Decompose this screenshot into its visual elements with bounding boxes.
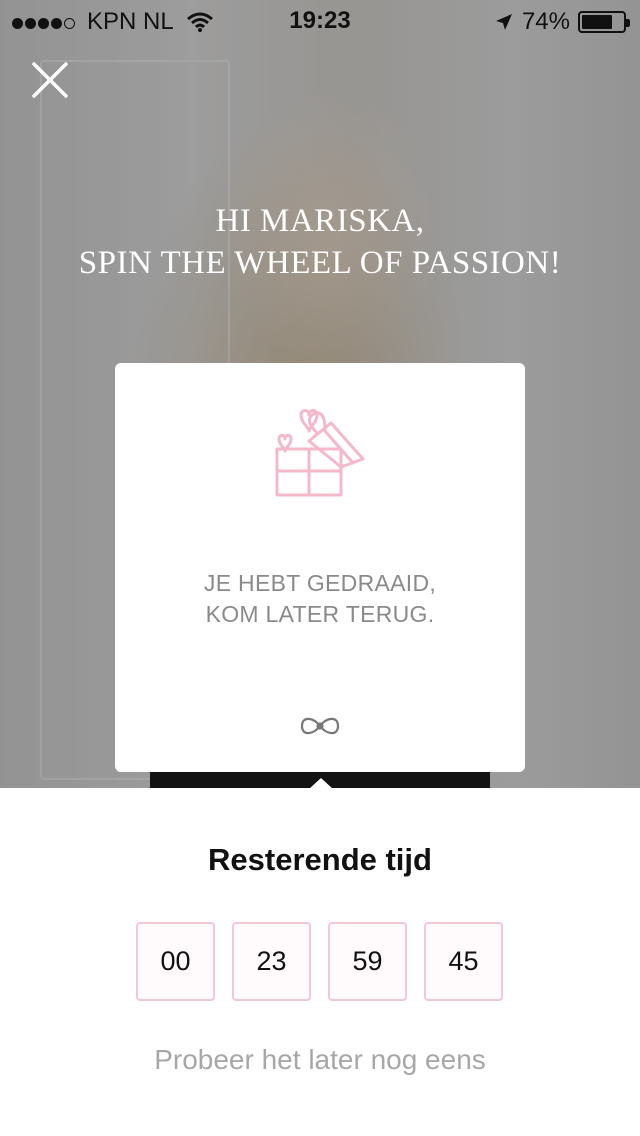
- countdown-minutes: 59: [328, 922, 407, 1001]
- gift-icon: [275, 409, 365, 497]
- card-message-line1: JE HEBT GEDRAAID,: [203, 570, 437, 596]
- close-button[interactable]: [28, 58, 72, 102]
- battery-icon: [578, 11, 630, 33]
- location-arrow-icon: [495, 14, 512, 30]
- battery-percentage: 74%: [521, 8, 570, 35]
- status-bar: KPN NL 19:23 74%: [0, 0, 640, 40]
- countdown: 00 23 59 45: [136, 922, 503, 1001]
- result-card: JE HEBT GEDRAAID, KOM LATER TERUG.: [115, 363, 525, 772]
- page-headline: HI MARISKA, SPIN THE WHEEL OF PASSION!: [0, 200, 640, 284]
- headline-greeting: HI MARISKA,: [215, 203, 425, 239]
- status-right: 74%: [494, 8, 630, 36]
- battery-fill: [582, 15, 612, 29]
- timer-section: Resterende tijd 00 23 59 45 Probeer het …: [0, 788, 640, 1136]
- bow-icon: [300, 717, 340, 735]
- countdown-seconds: 45: [424, 922, 503, 1001]
- card-message-line2: KOM LATER TERUG.: [205, 601, 435, 627]
- countdown-days: 00: [136, 922, 215, 1001]
- headline-cta: SPIN THE WHEEL OF PASSION!: [78, 245, 562, 281]
- card-message: JE HEBT GEDRAAID, KOM LATER TERUG.: [115, 568, 525, 630]
- remaining-time-title: Resterende tijd: [208, 842, 432, 877]
- card-pointer: [309, 778, 333, 789]
- retry-message: Probeer het later nog eens: [154, 1044, 486, 1075]
- close-icon: [32, 62, 68, 98]
- countdown-hours: 23: [232, 922, 311, 1001]
